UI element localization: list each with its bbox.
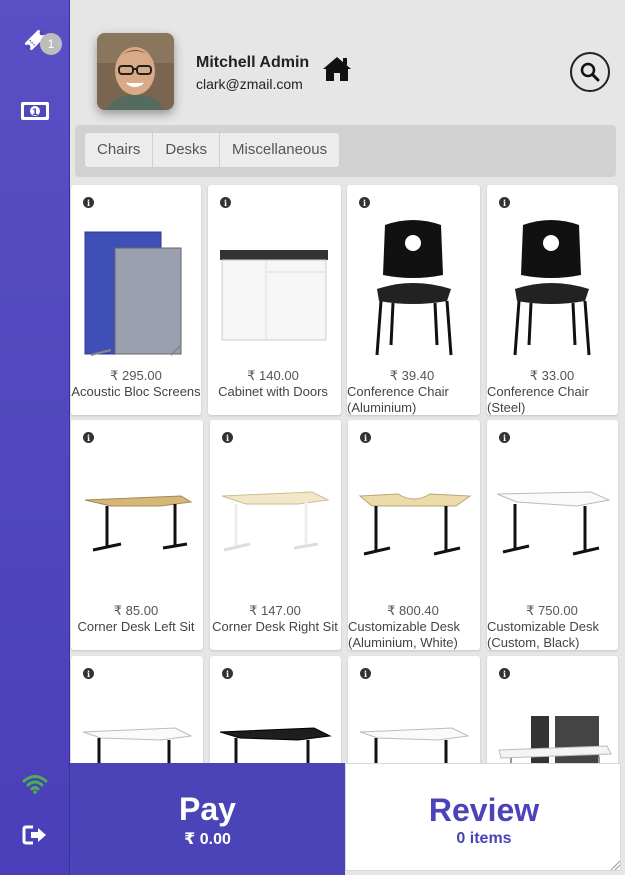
svg-text:1: 1 [32, 108, 38, 118]
product-card[interactable]: i ₹ 39.40 Conference Chair (Aluminium) [347, 185, 480, 415]
pay-amount: ₹ 0.00 [184, 831, 231, 848]
product-image [498, 716, 612, 763]
product-image [84, 231, 182, 356]
product-image [375, 220, 453, 356]
info-icon[interactable]: i [83, 197, 94, 208]
resize-grip-icon[interactable] [609, 859, 621, 871]
home-button[interactable] [322, 55, 352, 88]
pay-label: Pay [179, 791, 236, 827]
product-name: Acoustic Bloc Screens [71, 384, 201, 399]
product-name: Conference Chair (Aluminium) [347, 384, 449, 415]
info-icon[interactable]: i [360, 668, 371, 679]
user-name: Mitchell Admin [196, 54, 310, 71]
product-price: ₹ 85.00 [113, 603, 159, 618]
product-card[interactable]: i [348, 656, 480, 763]
info-icon[interactable]: i [83, 668, 94, 679]
avatar[interactable] [97, 33, 174, 110]
tickets-button[interactable]: 1 [0, 15, 70, 65]
product-card[interactable]: i [210, 656, 341, 763]
product-card[interactable]: i ₹ 295.00 Acoustic Bloc Screens [71, 185, 201, 415]
home-icon [323, 57, 351, 81]
info-icon[interactable]: i [499, 432, 510, 443]
product-image [221, 491, 330, 552]
info-icon[interactable]: i [360, 432, 371, 443]
category-desks[interactable]: Desks [153, 133, 221, 167]
product-image [219, 727, 332, 763]
info-icon[interactable]: i [220, 197, 231, 208]
sign-out-icon [22, 825, 46, 845]
info-icon[interactable]: i [222, 668, 233, 679]
product-name: Cabinet with Doors [218, 384, 328, 399]
product-price: ₹ 295.00 [110, 368, 162, 383]
product-image [496, 491, 611, 556]
product-name: Conference Chair (Steel) [487, 384, 589, 415]
left-rail: 1 1 [0, 0, 70, 875]
category-miscellaneous[interactable]: Miscellaneous [220, 133, 340, 167]
product-grid: i ₹ 295.00 Acoustic Bloc Screens i ₹ 140… [70, 180, 625, 763]
product-card[interactable]: i ₹ 800.40 Customizable Desk (Aluminium,… [348, 420, 480, 650]
product-price: ₹ 147.00 [249, 603, 301, 618]
cash-icon: 1 [21, 102, 49, 120]
product-image [82, 727, 193, 763]
tickets-count-badge: 1 [40, 33, 62, 55]
product-image [84, 495, 193, 552]
info-icon[interactable]: i [83, 432, 94, 443]
info-icon[interactable]: i [499, 197, 510, 208]
product-card[interactable]: i ₹ 85.00 Corner Desk Left Sit [71, 420, 203, 650]
cash-button[interactable]: 1 [0, 86, 70, 136]
product-card[interactable]: i [487, 656, 618, 763]
category-chairs[interactable]: Chairs [85, 133, 154, 167]
product-card[interactable]: i [71, 656, 203, 763]
review-button[interactable]: Review 0 items [345, 763, 621, 871]
product-price: ₹ 39.40 [389, 368, 435, 383]
product-image [358, 493, 472, 556]
product-name: Corner Desk Right Sit [212, 619, 338, 634]
info-icon[interactable]: i [222, 432, 233, 443]
pay-button[interactable]: Pay ₹ 0.00 [70, 763, 345, 875]
product-card[interactable]: i ₹ 140.00 Cabinet with Doors [208, 185, 341, 415]
product-price: ₹ 33.00 [529, 368, 575, 383]
info-icon[interactable]: i [499, 668, 510, 679]
search-icon [580, 62, 600, 82]
info-icon[interactable]: i [359, 197, 370, 208]
wifi-icon [22, 775, 48, 794]
product-name: Customizable Desk (Aluminium, White) [348, 619, 460, 650]
user-email: clark@zmail.com [196, 76, 303, 92]
product-card[interactable]: i ₹ 33.00 Conference Chair (Steel) [487, 185, 618, 415]
category-list: Chairs Desks Miscellaneous [85, 133, 340, 167]
review-label: Review [428, 792, 540, 828]
product-price: ₹ 800.40 [387, 603, 439, 618]
product-image [513, 220, 591, 356]
user-photo [97, 33, 174, 110]
product-name: Customizable Desk (Custom, Black) [487, 619, 599, 650]
search-button[interactable] [570, 52, 610, 92]
product-image [359, 727, 470, 763]
review-count: 0 items [456, 830, 512, 847]
category-bar: Chairs Desks Miscellaneous [75, 125, 616, 177]
product-name: Corner Desk Left Sit [77, 619, 195, 634]
product-price: ₹ 140.00 [247, 368, 299, 383]
product-card[interactable]: i ₹ 147.00 Corner Desk Right Sit [210, 420, 341, 650]
sign-out-button[interactable] [0, 810, 70, 860]
product-image [220, 250, 328, 341]
product-card[interactable]: i ₹ 750.00 Customizable Desk (Custom, Bl… [487, 420, 618, 650]
connection-status [0, 759, 70, 809]
product-price: ₹ 750.00 [526, 603, 578, 618]
header: Mitchell Admin clark@zmail.com [70, 0, 625, 122]
